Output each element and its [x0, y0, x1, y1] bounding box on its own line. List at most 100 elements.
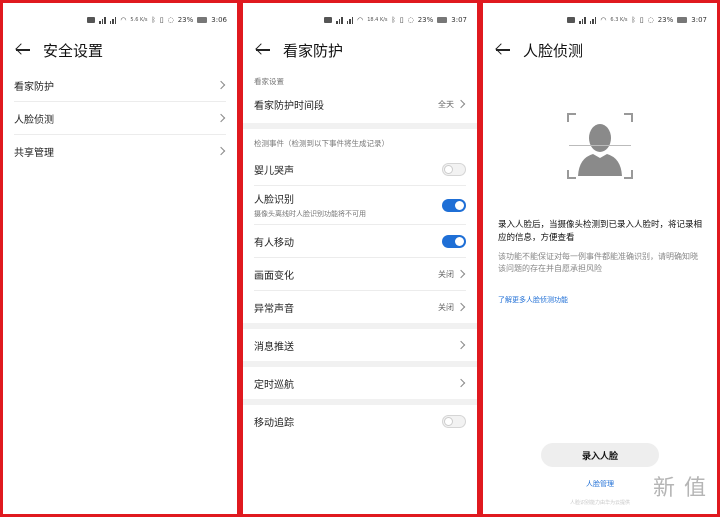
- event-label: 人脸识别: [254, 195, 294, 206]
- event-baby-cry-row: 婴儿哭声: [243, 153, 477, 185]
- face-recognition-toggle[interactable]: [442, 198, 466, 212]
- section-label-detection-events: 检测事件（检测到以下事件将生成记录）: [254, 138, 389, 148]
- bluetooth-icon: ᛒ: [631, 16, 636, 24]
- section-label-home-settings: 看家设置: [254, 76, 284, 86]
- chevron-right-icon: [456, 302, 466, 312]
- row-label: 定时巡航: [254, 379, 294, 391]
- schedule-row[interactable]: 看家防护时间段 全天: [243, 91, 477, 117]
- menu-item-label: 共享管理: [14, 147, 54, 159]
- header: 人脸侦测: [483, 37, 717, 63]
- schedule-value: 全天: [438, 99, 454, 109]
- page-title: 看家防护: [283, 41, 344, 60]
- wifi-icon: ◠: [600, 16, 607, 24]
- motion-tracking-toggle[interactable]: [442, 414, 466, 428]
- enroll-face-button[interactable]: 录入人脸: [541, 443, 659, 467]
- back-arrow-icon[interactable]: [495, 42, 511, 58]
- battery-icon: [677, 17, 688, 23]
- scan-line: [569, 145, 631, 146]
- frame-corner: [624, 113, 633, 122]
- notification-icon: [87, 17, 96, 23]
- bluetooth-icon: ᛒ: [151, 16, 156, 24]
- vibrate-icon: ▯: [639, 16, 644, 24]
- home-guard-screen: ◠ 18.4 K/s ᛒ ▯ ◌ 23% 3:07 看家防护 看家设置 看家防护…: [240, 0, 480, 517]
- vibrate-icon: ▯: [159, 16, 164, 24]
- event-label: 异常声音: [254, 303, 294, 315]
- scheduled-patrol-row[interactable]: 定时巡航: [243, 367, 477, 399]
- clock: 3:07: [691, 16, 707, 24]
- event-label: 婴儿哭声: [254, 165, 294, 177]
- network-speed: 18.4 K/s: [367, 16, 388, 23]
- motion-toggle[interactable]: [442, 234, 466, 248]
- chevron-right-icon: [216, 80, 226, 90]
- event-sublabel: 摄像头离线时人脸识别功能将不可用: [254, 210, 366, 218]
- description-main: 录入人脸后，当摄像头检测到已录入人脸时，将记录相应的信息，方便查看: [498, 220, 703, 243]
- row-label: 移动追踪: [254, 417, 294, 429]
- bluetooth-icon: ᛒ: [391, 16, 396, 24]
- motion-tracking-row: 移动追踪: [243, 405, 477, 437]
- network-speed: 6.3 K/s: [610, 16, 628, 23]
- watermark-logo: 新 值: [653, 476, 707, 501]
- mute-icon: ◌: [167, 16, 174, 24]
- battery-percent: 23%: [417, 16, 434, 24]
- wifi-icon: ◠: [357, 16, 364, 24]
- signal-icon-2: [109, 16, 117, 24]
- face-silhouette-icon: [578, 124, 622, 176]
- header: 看家防护: [243, 37, 477, 63]
- row-label: 消息推送: [254, 341, 294, 353]
- face-detection-screen: ◠ 6.3 K/s ᛒ ▯ ◌ 23% 3:07 人脸侦测 录入人脸后，当摄像头…: [480, 0, 720, 517]
- back-arrow-icon[interactable]: [255, 42, 271, 58]
- page-title: 人脸侦测: [523, 41, 584, 60]
- message-push-row[interactable]: 消息推送: [243, 329, 477, 361]
- chevron-right-icon: [216, 113, 226, 123]
- event-face-row: 人脸识别 摄像头离线时人脸识别功能将不可用: [243, 186, 477, 224]
- event-value: 关闭: [438, 302, 454, 312]
- chevron-right-icon: [216, 146, 226, 156]
- chevron-right-icon: [456, 378, 466, 388]
- vibrate-icon: ▯: [399, 16, 404, 24]
- signal-icon: [99, 16, 106, 24]
- network-speed: 5.6 K/s: [130, 16, 148, 23]
- event-value: 关闭: [438, 269, 454, 279]
- signal-icon-2: [346, 16, 354, 24]
- event-label: 有人移动: [254, 237, 294, 249]
- mute-icon: ◌: [407, 16, 414, 24]
- chevron-right-icon: [456, 340, 466, 350]
- battery-icon: [197, 17, 208, 23]
- chevron-right-icon: [456, 269, 466, 279]
- signal-icon: [336, 16, 343, 24]
- chevron-right-icon: [456, 99, 466, 109]
- frame-corner: [624, 170, 633, 179]
- event-scene-change-row[interactable]: 画面变化 关闭: [243, 258, 477, 290]
- menu-item-share-management[interactable]: 共享管理: [3, 135, 237, 167]
- menu-item-face-detection[interactable]: 人脸侦测: [3, 102, 237, 134]
- security-settings-screen: ◠ 5.6 K/s ᛒ ▯ ◌ 23% 3:06 安全设置 看家防护 人脸侦测 …: [0, 0, 240, 517]
- menu-item-home-guard[interactable]: 看家防护: [3, 69, 237, 101]
- notification-icon: [324, 17, 333, 23]
- clock: 3:06: [211, 16, 227, 24]
- learn-more-link[interactable]: 了解更多人脸侦测功能: [483, 295, 717, 305]
- header: 安全设置: [3, 37, 237, 63]
- event-abnormal-sound-row[interactable]: 异常声音 关闭: [243, 291, 477, 323]
- signal-icon: [579, 16, 586, 24]
- status-bar: ◠ 5.6 K/s ᛒ ▯ ◌ 23% 3:06: [3, 3, 237, 37]
- wifi-icon: ◠: [120, 16, 127, 24]
- battery-icon: [437, 17, 448, 23]
- page-title: 安全设置: [43, 41, 104, 60]
- mute-icon: ◌: [647, 16, 654, 24]
- event-label: 画面变化: [254, 270, 294, 282]
- event-motion-row: 有人移动: [243, 225, 477, 257]
- schedule-label: 看家防护时间段: [254, 100, 324, 112]
- face-scan-illustration: [567, 113, 633, 179]
- signal-icon-2: [589, 16, 597, 24]
- battery-percent: 23%: [657, 16, 674, 24]
- status-bar: ◠ 18.4 K/s ᛒ ▯ ◌ 23% 3:07: [243, 3, 477, 37]
- menu-item-label: 看家防护: [14, 81, 54, 93]
- baby-cry-toggle[interactable]: [442, 162, 466, 176]
- battery-percent: 23%: [177, 16, 194, 24]
- description-disclaimer: 该功能不能保证对每一例事件都能准确识别，请明确知晓该问题的存在并自愿承担风险: [498, 252, 698, 273]
- status-bar: ◠ 6.3 K/s ᛒ ▯ ◌ 23% 3:07: [483, 3, 717, 37]
- clock: 3:07: [451, 16, 467, 24]
- menu-item-label: 人脸侦测: [14, 114, 54, 126]
- notification-icon: [567, 17, 576, 23]
- back-arrow-icon[interactable]: [15, 42, 31, 58]
